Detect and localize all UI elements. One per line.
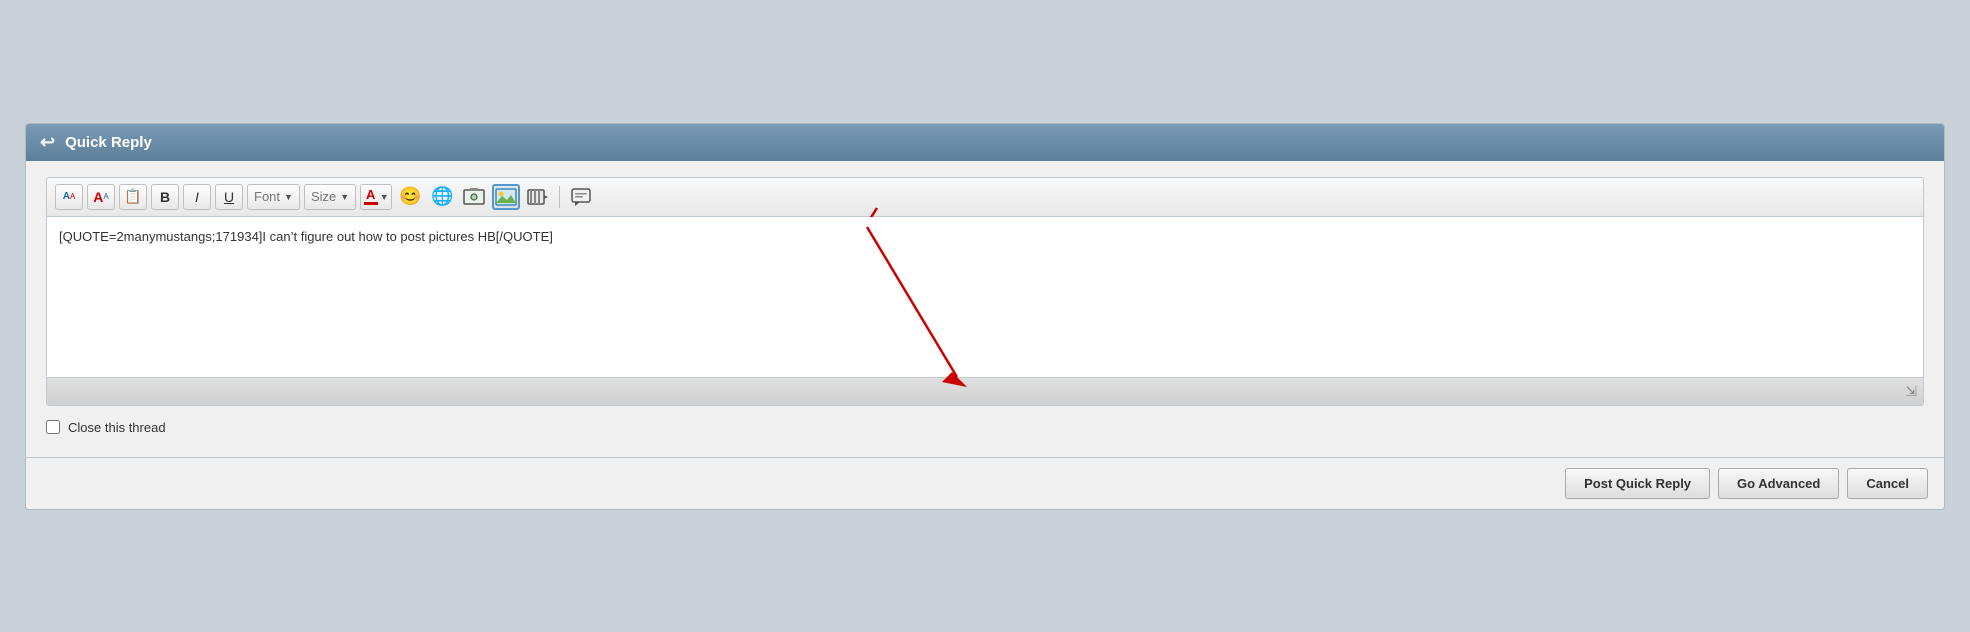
size-select[interactable]: Size ▼ xyxy=(304,184,356,210)
font-color-bar xyxy=(364,202,378,205)
font-color-indicator: A xyxy=(364,188,378,205)
insert-image-highlighted-button[interactable] xyxy=(492,184,520,210)
back-icon: ↩ xyxy=(40,132,55,153)
quick-reply-header: ↩ Quick Reply xyxy=(26,124,1944,161)
insert-document-button[interactable]: 📋 xyxy=(119,184,147,210)
size-select-label: Size xyxy=(311,189,336,204)
close-thread-label: Close this thread xyxy=(68,420,166,435)
post-quick-reply-button[interactable]: Post Quick Reply xyxy=(1565,468,1710,499)
font-dropdown-arrow: ▼ xyxy=(284,192,293,202)
italic-button[interactable]: I xyxy=(183,184,211,210)
close-thread-row: Close this thread xyxy=(46,420,1924,441)
cancel-button[interactable]: Cancel xyxy=(1847,468,1928,499)
insert-image-button2[interactable] xyxy=(460,184,488,210)
underline-button[interactable]: U xyxy=(215,184,243,210)
size-dropdown-arrow: ▼ xyxy=(340,192,349,202)
editor-content: [QUOTE=2manymustangs;171934]I can’t figu… xyxy=(59,229,553,244)
toolbar-divider xyxy=(559,186,560,208)
font-select-label: Font xyxy=(254,189,280,204)
editor-area-wrapper: [QUOTE=2manymustangs;171934]I can’t figu… xyxy=(47,217,1923,377)
font-size-decrease-button[interactable]: AA xyxy=(55,184,83,210)
font-color-button[interactable]: A ▼ xyxy=(360,184,392,210)
quick-reply-footer: Post Quick Reply Go Advanced Cancel xyxy=(26,457,1944,509)
font-size-increase-button[interactable]: AA xyxy=(87,184,115,210)
quick-reply-body: AA AA 📋 B I U Font ▼ xyxy=(26,161,1944,457)
resize-handle-icon[interactable]: ⇲ xyxy=(1905,383,1917,400)
quick-reply-container: ↩ Quick Reply AA AA 📋 B xyxy=(25,123,1945,510)
font-color-letter: A xyxy=(366,188,375,201)
bold-button[interactable]: B xyxy=(151,184,179,210)
post-image-button[interactable]: 🌐 xyxy=(428,184,456,210)
close-thread-checkbox[interactable] xyxy=(46,420,60,434)
editor-toolbar: AA AA 📋 B I U Font ▼ xyxy=(47,178,1923,217)
insert-quote-button[interactable] xyxy=(567,184,595,210)
editor-resize-bar: ⇲ xyxy=(47,377,1923,405)
editor-wrapper: AA AA 📋 B I U Font ▼ xyxy=(46,177,1924,406)
go-advanced-button[interactable]: Go Advanced xyxy=(1718,468,1839,499)
font-select[interactable]: Font ▼ xyxy=(247,184,300,210)
insert-video-button[interactable] xyxy=(524,184,552,210)
emoji-button[interactable]: 😊 xyxy=(396,184,424,210)
font-color-dropdown-arrow: ▼ xyxy=(380,192,389,202)
editor-textarea[interactable]: [QUOTE=2manymustangs;171934]I can’t figu… xyxy=(47,217,1923,377)
quick-reply-title: Quick Reply xyxy=(65,134,152,151)
